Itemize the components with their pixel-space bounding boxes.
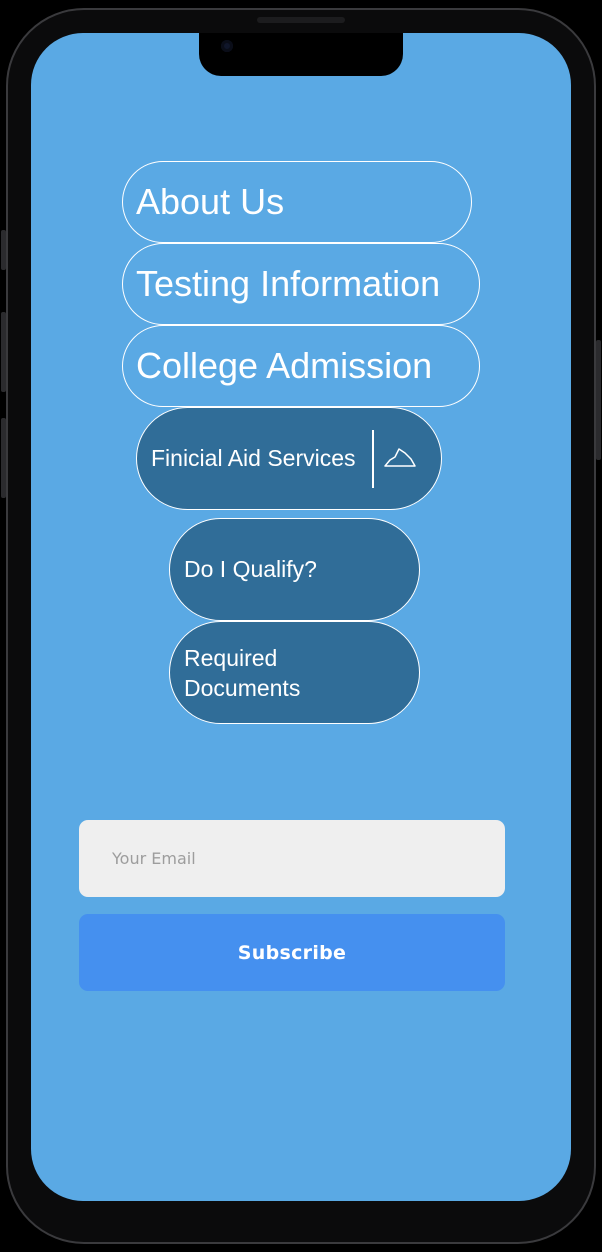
cloud-icon[interactable]	[382, 446, 418, 472]
subscribe-button[interactable]: Subscribe	[79, 914, 505, 991]
front-camera-icon	[221, 40, 233, 52]
email-input[interactable]	[110, 848, 505, 869]
submenu-do-i-qualify-label: Do I Qualify?	[184, 556, 317, 582]
speaker-grille	[257, 17, 345, 23]
phone-mockup: About Us Testing Information College Adm…	[0, 0, 602, 1252]
menu-financial-aid-divider	[372, 430, 374, 488]
menu-college-admission[interactable]: College Admission	[122, 325, 480, 407]
menu-college-admission-label: College Admission	[136, 345, 433, 386]
menu-about-us[interactable]: About Us	[122, 161, 472, 243]
side-button-volume-down	[1, 418, 6, 498]
menu-testing-information[interactable]: Testing Information	[122, 243, 480, 325]
side-button-silent	[1, 230, 6, 270]
submenu-required-documents[interactable]: Required Documents	[169, 621, 420, 724]
side-button-power	[596, 340, 601, 460]
side-button-volume-up	[1, 312, 6, 392]
menu-about-us-label: About Us	[136, 181, 285, 222]
menu-financial-aid-services[interactable]: Finicial Aid Services	[136, 407, 442, 510]
notch	[199, 33, 403, 76]
menu-financial-aid-label: Finicial Aid Services	[151, 445, 356, 471]
phone-screen: About Us Testing Information College Adm…	[31, 33, 571, 1201]
submenu-required-documents-label: Required Documents	[184, 644, 301, 701]
menu-testing-information-label: Testing Information	[136, 263, 441, 304]
submenu-do-i-qualify[interactable]: Do I Qualify?	[169, 518, 420, 621]
email-field[interactable]	[79, 820, 505, 897]
